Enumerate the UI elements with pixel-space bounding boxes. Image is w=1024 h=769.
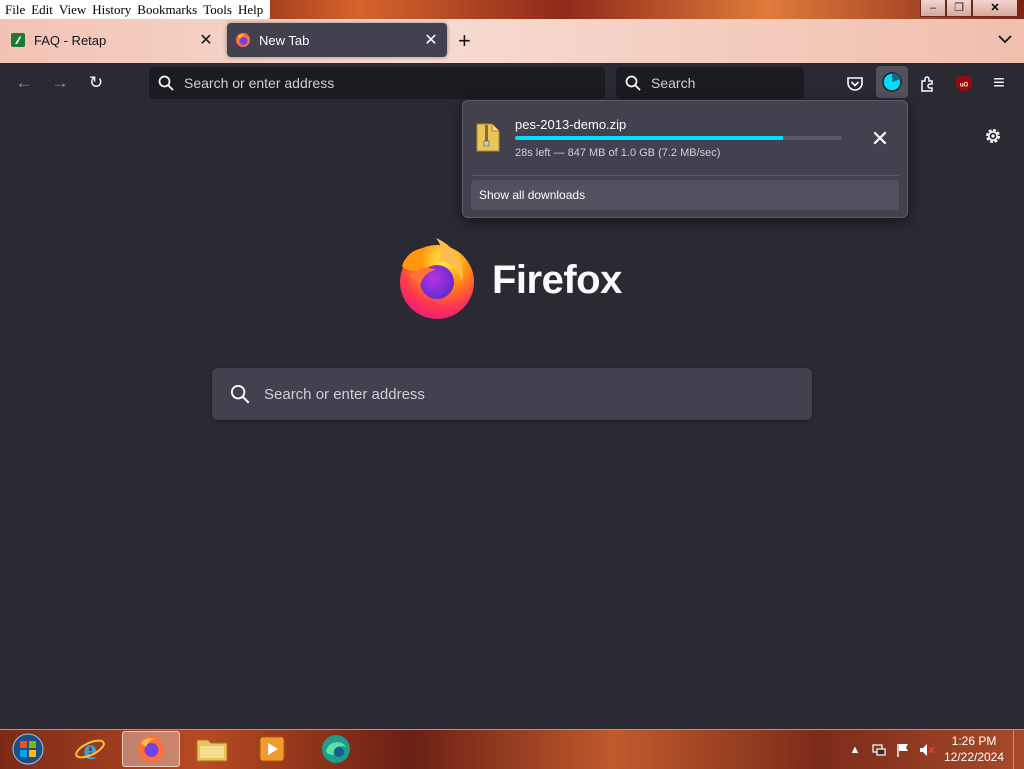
show-desktop-button[interactable] [1013, 730, 1024, 769]
svg-text:e: e [83, 733, 96, 765]
firefox-wordmark: Firefox [492, 258, 622, 302]
tab-new-tab[interactable]: New Tab ✕ [227, 23, 447, 57]
newtab-search-input[interactable] [264, 385, 812, 403]
app-menu-button[interactable]: ≡ [989, 73, 1009, 93]
firefox-favicon-icon [236, 33, 250, 47]
download-status: 28s left — 847 MB of 1.0 GB (7.2 MB/sec) [515, 147, 721, 159]
menu-file[interactable]: File [2, 0, 28, 19]
edge-icon [322, 735, 350, 763]
taskbar-firefox[interactable] [122, 731, 180, 767]
download-filename: pes-2013-demo.zip [515, 117, 627, 132]
start-button[interactable] [2, 731, 54, 767]
folder-icon [196, 739, 228, 762]
downloads-button[interactable] [876, 66, 908, 98]
download-progress-bar [515, 136, 842, 140]
media-player-icon [259, 736, 285, 762]
search-icon [230, 384, 250, 404]
cancel-download-button[interactable]: ✕ [867, 127, 893, 153]
menu-view[interactable]: View [56, 0, 89, 19]
show-hidden-icons-icon[interactable]: ▲ [847, 742, 863, 758]
list-all-tabs-button[interactable] [998, 31, 1012, 47]
tab-faq-retap[interactable]: FAQ - Retap ✕ [2, 23, 222, 57]
download-progress-icon [882, 72, 902, 92]
system-tray: ▲ [843, 730, 939, 769]
windows-start-orb-icon [12, 733, 44, 765]
action-center-flag-icon[interactable] [895, 742, 911, 758]
close-tab-icon[interactable]: ✕ [423, 30, 439, 50]
minimize-button[interactable]: – [920, 0, 946, 17]
tab-title: New Tab [259, 32, 310, 48]
show-all-downloads-button[interactable]: Show all downloads [471, 180, 899, 210]
firefox-logo-icon [400, 238, 474, 319]
firefox-icon [138, 736, 164, 762]
tab-title: FAQ - Retap [34, 32, 107, 48]
forward-button[interactable]: → [50, 73, 70, 93]
search-icon [158, 75, 174, 91]
gear-icon[interactable] [983, 126, 1003, 146]
taskbar-internet-explorer[interactable]: e [64, 731, 116, 767]
download-item[interactable]: pes-2013-demo.zip 28s left — 847 MB of 1… [471, 109, 899, 173]
pocket-icon[interactable] [846, 75, 864, 93]
search-bar[interactable] [616, 67, 832, 99]
title-bar: File Edit View History Bookmarks Tools H… [0, 0, 1024, 19]
taskbar-edge[interactable] [310, 731, 362, 767]
extensions-icon[interactable] [919, 74, 938, 93]
clock-date: 12/22/2024 [943, 750, 1005, 764]
url-bar[interactable] [149, 67, 605, 99]
close-tab-icon[interactable]: ✕ [198, 30, 214, 50]
tab-strip: FAQ - Retap ✕ New Tab ✕ [0, 19, 1024, 63]
taskbar-file-explorer[interactable] [186, 731, 238, 767]
volume-muted-icon[interactable] [919, 742, 935, 758]
url-input[interactable] [184, 75, 605, 91]
ublock-origin-icon[interactable]: uO [955, 74, 973, 93]
reload-button[interactable]: ↻ [86, 73, 106, 93]
navigation-toolbar: ← → ↻ uO ≡ [0, 63, 1024, 105]
back-button[interactable]: ← [14, 73, 34, 93]
menu-edit[interactable]: Edit [28, 0, 56, 19]
menu-help[interactable]: Help [235, 0, 266, 19]
chevron-down-icon [998, 35, 1012, 44]
close-window-button[interactable]: ✕ [972, 0, 1018, 17]
menu-tools[interactable]: Tools [200, 0, 235, 19]
download-progress-fill [515, 136, 784, 140]
clock-time: 1:26 PM [951, 734, 997, 748]
newtab-search-box[interactable] [212, 368, 812, 420]
taskbar-media-player[interactable] [246, 731, 298, 767]
downloads-panel: pes-2013-demo.zip 28s left — 847 MB of 1… [462, 100, 908, 218]
menu-bar: File Edit View History Bookmarks Tools H… [0, 0, 271, 19]
new-tab-button[interactable]: + [458, 30, 471, 52]
retap-favicon-icon [11, 33, 25, 47]
taskbar: e ▲ 1:26 PM 12/22/2024 [0, 729, 1024, 769]
zip-file-icon [476, 123, 500, 152]
menu-bookmarks[interactable]: Bookmarks [134, 0, 200, 19]
menu-history[interactable]: History [89, 0, 134, 19]
svg-text:uO: uO [960, 83, 969, 89]
search-input[interactable] [651, 75, 832, 91]
restore-button[interactable]: ❐ [946, 0, 972, 17]
internet-explorer-icon: e [75, 733, 105, 765]
divider [471, 175, 899, 176]
clock[interactable]: 1:26 PM 12/22/2024 [935, 733, 1013, 765]
window-controls: – ❐ ✕ [920, 0, 1018, 17]
network-icon[interactable] [871, 742, 887, 758]
search-icon [625, 75, 641, 91]
